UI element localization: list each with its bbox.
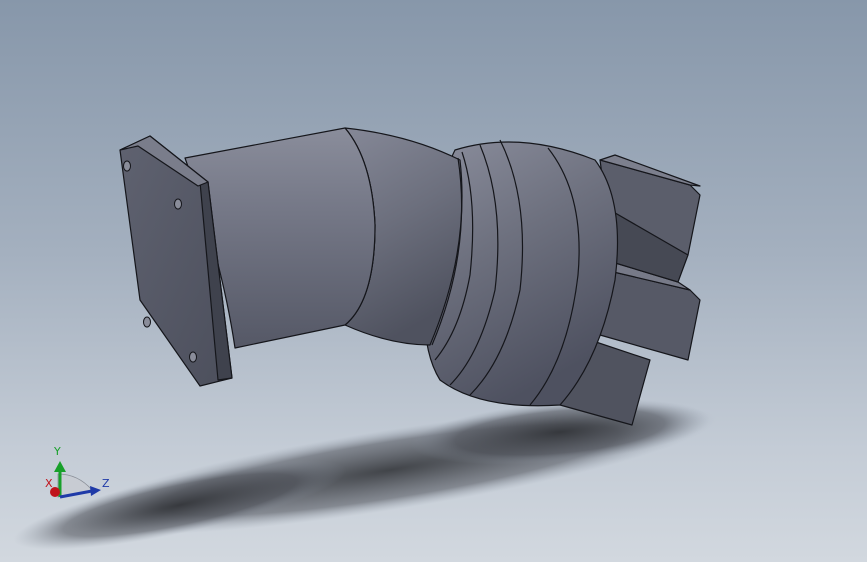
cad-part-model[interactable] xyxy=(119,127,701,426)
triad-x-label: X xyxy=(45,477,53,490)
model-scene xyxy=(13,127,716,550)
reference-triad[interactable] xyxy=(50,461,101,499)
graphics-viewport[interactable]: Y X Z xyxy=(0,0,867,562)
triad-z-label: Z xyxy=(102,477,110,490)
triad-y-label: Y xyxy=(54,445,61,458)
